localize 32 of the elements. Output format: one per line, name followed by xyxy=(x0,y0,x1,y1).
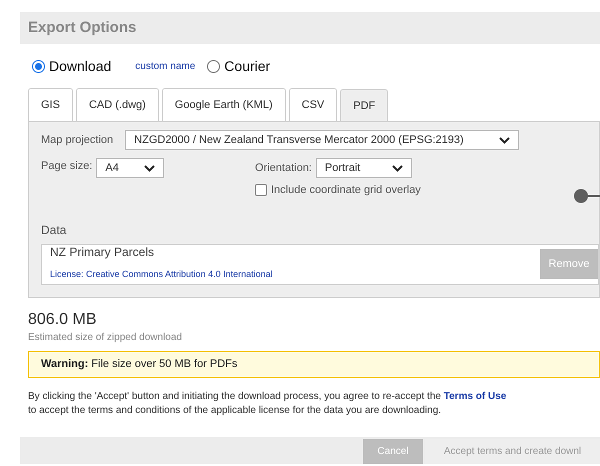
projection-select[interactable]: NZGD2000 / New Zealand Transverse Mercator 2000 (EPSG:2193) xyxy=(125,130,520,150)
section-heading: Data xyxy=(41,222,68,238)
radio-button[interactable] xyxy=(32,60,45,72)
page-size-select[interactable]: A4 xyxy=(96,158,164,178)
slider-handle-icon[interactable] xyxy=(574,189,600,203)
orientation-select[interactable]: Portrait xyxy=(316,158,412,178)
warning-text: Warning: File size over 50 MB for PDFs xyxy=(41,357,238,372)
dataset-name: NZ Primary Parcels xyxy=(50,244,156,261)
custom-name-link[interactable]: custom name xyxy=(135,58,196,74)
tab[interactable]: PDF xyxy=(340,89,388,122)
license-link[interactable]: License: Creative Commons Attribution 4.0 International xyxy=(50,269,273,279)
size-value: 806.0 MB xyxy=(28,310,98,330)
radio-label: Courier xyxy=(224,56,270,76)
chevron-down-icon xyxy=(392,164,403,172)
field-label: Orientation: xyxy=(255,160,312,176)
field-label: Map projection xyxy=(41,132,114,148)
tab[interactable]: CAD (.dwg) xyxy=(76,88,159,121)
dialog-title: Export Options xyxy=(28,18,136,38)
terms-text: By clicking the 'Accept' button and initiating the download process, you agree to re-accept the xyxy=(28,391,441,402)
chevron-down-icon xyxy=(144,164,156,172)
checkbox-label: Include coordinate grid overlay xyxy=(271,183,421,198)
radio-label: Download xyxy=(49,56,112,76)
chevron-down-icon xyxy=(499,136,510,144)
field-label: Page size: xyxy=(41,159,92,174)
tab[interactable]: CSV xyxy=(288,88,338,121)
size-caption: Estimated size of zipped download xyxy=(28,331,183,345)
terms-link[interactable]: Terms of Use xyxy=(444,391,506,402)
tab[interactable]: Google Earth (KML) xyxy=(162,88,286,121)
tab[interactable]: GIS xyxy=(28,88,73,121)
radio-button[interactable] xyxy=(207,60,220,72)
terms-text: to accept the terms and conditions of the applicable license for the data you are downloading. xyxy=(28,404,442,418)
checkbox[interactable] xyxy=(255,184,267,196)
